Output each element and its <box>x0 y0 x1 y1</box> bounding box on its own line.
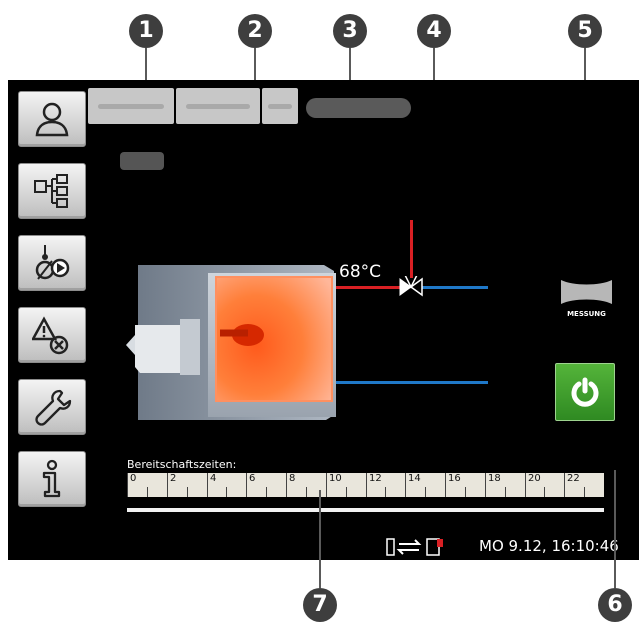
device-screen: 68°C MESSUNG Bereitschaftszeiten: 0 2 4 … <box>8 80 639 560</box>
fault-reset-button[interactable] <box>18 307 86 363</box>
callout-2: 2 <box>238 14 272 48</box>
standby-timeline[interactable]: 0 2 4 6 8 10 12 14 16 18 20 22 <box>127 473 604 497</box>
timeline-tick-label: 20 <box>528 473 541 484</box>
tab-3-blurred-label <box>268 104 292 109</box>
function-test-icon <box>35 245 70 280</box>
callout-1: 1 <box>129 14 163 48</box>
user-icon <box>35 102 69 137</box>
connection-status-icon <box>386 538 443 556</box>
timeline-tick-label: 10 <box>329 473 342 484</box>
tab-4-blurred[interactable] <box>306 98 411 118</box>
timeline-tick-label: 18 <box>488 473 501 484</box>
leader-line-4 <box>433 48 435 80</box>
measurement-button-shape <box>561 280 612 304</box>
timeline-tick-label: 14 <box>408 473 421 484</box>
measurement-button-label: MESSUNG <box>567 310 606 318</box>
three-way-valve-icon <box>399 276 423 297</box>
return-pipe <box>334 381 488 384</box>
timeline-tick-label: 0 <box>130 473 137 484</box>
info-button[interactable] <box>18 451 86 507</box>
page: { "callouts": ["1","2","3","4","5","6","… <box>0 0 639 625</box>
timeline-tick-label: 2 <box>170 473 177 484</box>
callout-5: 5 <box>568 14 602 48</box>
tab-3[interactable] <box>262 88 298 124</box>
power-icon <box>571 377 599 407</box>
measurement-button[interactable]: MESSUNG <box>559 278 614 322</box>
service-button[interactable] <box>18 379 86 435</box>
system-overview-icon <box>34 174 68 208</box>
timeline-tick-label: 12 <box>369 473 382 484</box>
flow-temperature-label: 68°C <box>339 262 382 282</box>
timeline-tick-label: 22 <box>567 473 580 484</box>
boiler-illustration <box>126 265 336 420</box>
wrench-icon <box>35 389 72 426</box>
tab-1-blurred-label <box>98 104 164 109</box>
user-button[interactable] <box>18 91 86 147</box>
callout-6: 6 <box>598 588 632 622</box>
callout-4: 4 <box>417 14 451 48</box>
tab-2[interactable] <box>176 88 260 124</box>
timeline-tick-label: 6 <box>249 473 256 484</box>
timeline-tick-label: 16 <box>448 473 461 484</box>
tab-2-blurred-label <box>186 104 250 109</box>
standby-times-label: Bereitschaftszeiten: <box>127 458 237 471</box>
status-datetime: MO 9.12, 16:10:46 <box>479 537 619 555</box>
timeline-tick-label: 4 <box>210 473 217 484</box>
standby-bar <box>127 508 604 512</box>
leader-line-2 <box>254 48 256 80</box>
leader-line-6 <box>614 470 616 588</box>
system-overview-button[interactable] <box>18 163 86 219</box>
flow-pipe <box>334 286 406 289</box>
leader-line-7 <box>319 490 321 588</box>
fault-reset-icon <box>32 316 69 355</box>
leader-line-1 <box>145 48 147 80</box>
callout-7: 7 <box>303 588 337 622</box>
tab-1[interactable] <box>88 88 174 124</box>
timeline-tick-label: 8 <box>289 473 296 484</box>
flow-outlet-pipe <box>422 286 488 289</box>
power-button[interactable] <box>555 363 615 421</box>
info-icon <box>42 459 61 498</box>
leader-line-3 <box>349 48 351 80</box>
callout-3: 3 <box>333 14 367 48</box>
function-test-button[interactable] <box>18 235 86 291</box>
flow-pipe-riser <box>410 220 413 278</box>
blurred-status-indicator <box>120 152 164 170</box>
leader-line-5 <box>584 48 586 80</box>
